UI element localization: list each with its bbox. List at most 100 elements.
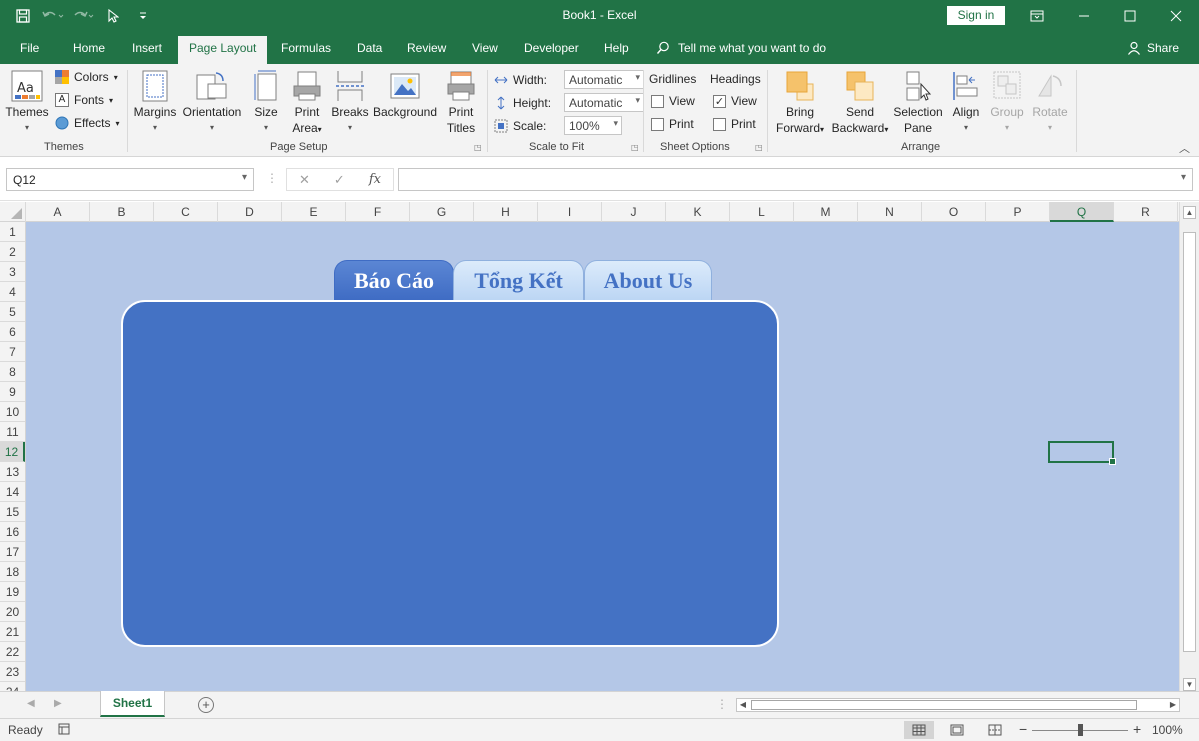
column-header-m[interactable]: M [794, 202, 858, 222]
row-header-11[interactable]: 11 [0, 422, 25, 442]
tab-developer[interactable]: Developer [524, 41, 579, 55]
fonts-button[interactable]: A Fonts ▾ [55, 93, 113, 107]
column-header-j[interactable]: J [602, 202, 666, 222]
next-sheet-icon[interactable]: ▶ [54, 698, 62, 709]
zoom-out-icon[interactable]: − [1019, 721, 1027, 737]
column-header-k[interactable]: K [666, 202, 730, 222]
row-header-6[interactable]: 6 [0, 322, 25, 342]
tab-review[interactable]: Review [407, 41, 446, 55]
row-header-22[interactable]: 22 [0, 642, 25, 662]
page-layout-view-icon[interactable] [942, 721, 972, 739]
maximize-icon[interactable] [1107, 0, 1153, 32]
select-all-corner[interactable] [0, 202, 26, 222]
row-header-8[interactable]: 8 [0, 362, 25, 382]
tab-view[interactable]: View [472, 41, 498, 55]
tab-formulas[interactable]: Formulas [281, 41, 331, 55]
selection-pane-button[interactable]: Selection Pane [892, 70, 944, 136]
column-header-c[interactable]: C [154, 202, 218, 222]
background-button[interactable]: Background [371, 70, 439, 120]
page-setup-launcher-icon[interactable]: ◳ [474, 143, 482, 152]
headings-print-checkbox[interactable]: Print [713, 117, 756, 131]
close-icon[interactable] [1153, 0, 1199, 32]
name-box[interactable]: Q12 [6, 168, 254, 191]
row-header-9[interactable]: 9 [0, 382, 25, 402]
row-header-2[interactable]: 2 [0, 242, 25, 262]
row-header-21[interactable]: 21 [0, 622, 25, 642]
tab-insert[interactable]: Insert [132, 41, 162, 55]
tab-file[interactable]: File [20, 41, 39, 55]
column-header-g[interactable]: G [410, 202, 474, 222]
enter-check-icon[interactable]: ✓ [334, 172, 345, 188]
row-header-17[interactable]: 17 [0, 542, 25, 562]
tab-home[interactable]: Home [73, 41, 105, 55]
row-header-24[interactable]: 24 [0, 682, 25, 691]
vertical-scrollbar[interactable]: ▲ ▼ [1179, 202, 1199, 691]
row-header-12[interactable]: 12 [0, 442, 25, 462]
height-dropdown[interactable]: Automatic [564, 93, 644, 112]
form-tab-bao-cao[interactable]: Báo Cáo [334, 260, 454, 300]
column-header-i[interactable]: I [538, 202, 602, 222]
row-header-5[interactable]: 5 [0, 302, 25, 322]
tab-help[interactable]: Help [604, 41, 629, 55]
row-header-10[interactable]: 10 [0, 402, 25, 422]
zoom-in-icon[interactable]: + [1133, 721, 1141, 737]
tab-page-layout[interactable]: Page Layout [178, 36, 268, 64]
align-button[interactable]: Align ▾ [946, 70, 986, 136]
colors-button[interactable]: Colors ▾ [55, 70, 118, 84]
column-header-a[interactable]: A [26, 202, 90, 222]
column-header-r[interactable]: R [1114, 202, 1178, 222]
row-header-1[interactable]: 1 [0, 222, 25, 242]
row-header-14[interactable]: 14 [0, 482, 25, 502]
worksheet-area[interactable]: Báo Cáo Tổng Kết About Us [26, 222, 1179, 691]
horizontal-scrollbar[interactable]: ◀ ▶ [736, 698, 1180, 712]
scroll-left-icon[interactable]: ◀ [737, 699, 749, 711]
drag-handle-icon[interactable]: ⋮ [266, 171, 278, 185]
horizontal-scroll-thumb[interactable] [751, 700, 1137, 710]
tab-data[interactable]: Data [357, 41, 382, 55]
form-tab-about-us[interactable]: About Us [584, 260, 712, 300]
column-header-q[interactable]: Q [1050, 202, 1114, 222]
column-header-o[interactable]: O [922, 202, 986, 222]
breaks-button[interactable]: Breaks ▾ [331, 70, 369, 136]
zoom-slider-thumb[interactable] [1078, 724, 1083, 736]
row-header-3[interactable]: 3 [0, 262, 25, 282]
vertical-scroll-thumb[interactable] [1183, 232, 1196, 652]
scale-spinner[interactable]: 100% [564, 116, 622, 135]
margins-button[interactable]: Margins ▾ [132, 70, 178, 136]
sheet-tab-sheet1[interactable]: Sheet1 [100, 691, 165, 717]
normal-view-icon[interactable] [904, 721, 934, 739]
scroll-right-icon[interactable]: ▶ [1167, 699, 1179, 711]
column-header-d[interactable]: D [218, 202, 282, 222]
row-header-19[interactable]: 19 [0, 582, 25, 602]
gridlines-print-checkbox[interactable]: Print [651, 117, 694, 131]
page-break-preview-icon[interactable] [980, 721, 1010, 739]
row-header-15[interactable]: 15 [0, 502, 25, 522]
rotate-button[interactable]: Rotate ▾ [1029, 70, 1071, 136]
row-header-18[interactable]: 18 [0, 562, 25, 582]
tell-me-box[interactable]: Tell me what you want to do [656, 41, 826, 55]
row-header-4[interactable]: 4 [0, 282, 25, 302]
orientation-button[interactable]: Orientation ▾ [181, 70, 243, 136]
column-header-l[interactable]: L [730, 202, 794, 222]
scroll-up-icon[interactable]: ▲ [1183, 206, 1196, 219]
column-header-f[interactable]: F [346, 202, 410, 222]
scale-to-fit-launcher-icon[interactable]: ◳ [631, 143, 639, 152]
column-header-p[interactable]: P [986, 202, 1050, 222]
row-header-7[interactable]: 7 [0, 342, 25, 362]
macro-record-icon[interactable] [58, 723, 70, 738]
effects-button[interactable]: Effects ▾ [55, 116, 119, 130]
gridlines-view-checkbox[interactable]: View [651, 94, 695, 108]
share-button[interactable]: Share [1127, 41, 1179, 55]
column-header-h[interactable]: H [474, 202, 538, 222]
column-header-n[interactable]: N [858, 202, 922, 222]
sheet-options-launcher-icon[interactable]: ◳ [755, 143, 763, 152]
row-header-13[interactable]: 13 [0, 462, 25, 482]
row-header-20[interactable]: 20 [0, 602, 25, 622]
zoom-level[interactable]: 100% [1152, 723, 1183, 737]
cancel-icon[interactable]: ✕ [299, 172, 310, 188]
column-header-e[interactable]: E [282, 202, 346, 222]
sign-in-button[interactable]: Sign in [947, 6, 1005, 25]
collapse-ribbon-icon[interactable]: ︿ [1179, 140, 1190, 156]
themes-button[interactable]: Aa Themes ▾ [4, 70, 50, 136]
ribbon-display-options-icon[interactable] [1014, 0, 1060, 32]
